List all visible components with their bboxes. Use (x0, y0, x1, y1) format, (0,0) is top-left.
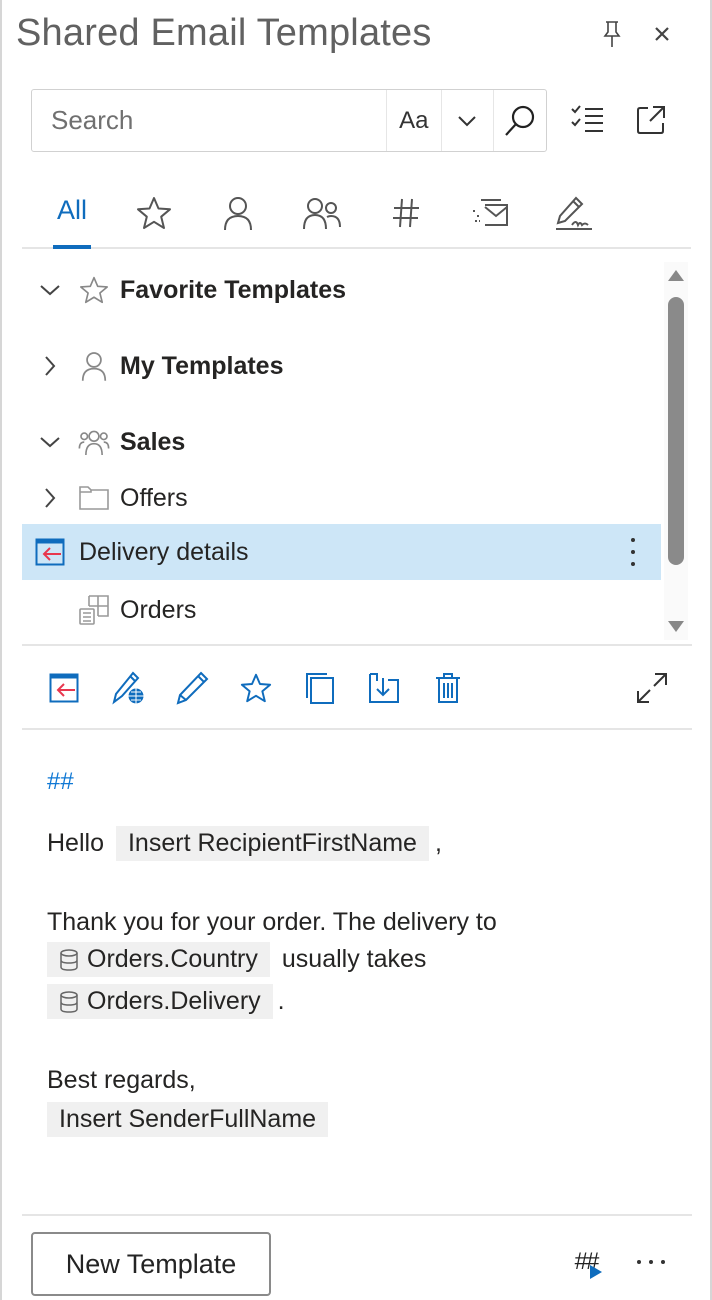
tree-item-delivery-details[interactable]: Delivery details (22, 524, 661, 580)
search-box: Aa (31, 89, 547, 152)
search-options-dropdown[interactable] (440, 90, 494, 151)
pop-out-button[interactable] (629, 98, 673, 142)
more-options-button[interactable] (623, 534, 643, 570)
more-button[interactable] (629, 1240, 673, 1284)
checklist-icon (571, 105, 603, 132)
delete-button[interactable] (428, 668, 468, 708)
pin-button[interactable] (596, 18, 628, 50)
hash-icon (393, 198, 419, 227)
tab-my-templates[interactable] (216, 178, 260, 247)
preview-body-line-3: Orders.Delivery . (47, 984, 285, 1019)
tree-item-favorite-templates[interactable]: Favorite Templates (22, 262, 661, 318)
close-button[interactable] (646, 18, 678, 50)
pencil-icon (176, 671, 209, 705)
person-icon (224, 196, 252, 230)
field-orders-country[interactable]: Orders.Country (47, 942, 270, 977)
macro-marker: ## (47, 768, 74, 795)
database-icon (60, 948, 78, 971)
preview-closing-line: Best regards, (47, 1066, 196, 1094)
field-orders-delivery[interactable]: Orders.Delivery (47, 984, 273, 1019)
move-to-folder-icon (369, 673, 399, 703)
tab-favorites[interactable] (132, 178, 176, 247)
tab-macros[interactable] (384, 178, 428, 247)
tab-signatures[interactable] (552, 178, 596, 247)
tree-item-offers[interactable]: Offers (22, 470, 661, 526)
tab-sent[interactable] (468, 178, 512, 247)
preview-body-line: Thank you for your order. The delivery t… (47, 908, 497, 936)
chevron-right-icon[interactable] (38, 486, 62, 510)
template-actions-toolbar (22, 648, 692, 730)
trash-icon (436, 673, 460, 703)
edit-button[interactable] (172, 668, 212, 708)
match-case-toggle[interactable]: Aa (386, 90, 441, 151)
select-mode-button[interactable] (565, 98, 609, 142)
search-icon (505, 105, 535, 136)
expand-preview-button[interactable] (632, 668, 672, 708)
database-icon (60, 990, 78, 1013)
dataset-icon (78, 594, 110, 626)
more-icon (637, 1260, 665, 1264)
people-icon (303, 197, 341, 229)
preview-greeting-line: Hello Insert RecipientFirstName , (47, 826, 442, 861)
favorite-button[interactable] (236, 668, 276, 708)
folder-icon (78, 482, 110, 514)
tree-scrollbar[interactable] (664, 262, 688, 640)
person-icon (78, 350, 110, 382)
chevron-down-icon[interactable] (38, 430, 62, 454)
new-template-button[interactable]: New Template (31, 1232, 271, 1296)
macro-sender-full-name[interactable]: Insert SenderFullName (47, 1102, 329, 1137)
panel-title: Shared Email Templates (16, 12, 432, 54)
preview-signature-line: Insert SenderFullName (47, 1102, 329, 1137)
edit-web-icon (112, 671, 144, 705)
copy-button[interactable] (300, 668, 340, 708)
edit-in-browser-button[interactable] (108, 668, 148, 708)
chevron-right-icon[interactable] (38, 354, 62, 378)
star-icon (78, 274, 110, 306)
scroll-up-arrow[interactable] (668, 270, 684, 281)
match-case-label: Aa (399, 106, 429, 134)
tree-item-orders[interactable]: Orders (22, 582, 661, 638)
chevron-down-icon (458, 115, 477, 126)
signature-icon (556, 196, 592, 230)
open-external-icon (637, 106, 665, 134)
copy-icon (306, 673, 334, 704)
category-tabs: All (22, 178, 691, 249)
expand-icon (637, 673, 667, 703)
scroll-down-arrow[interactable] (668, 621, 684, 632)
chevron-down-icon[interactable] (38, 278, 62, 302)
tree-item-sales[interactable]: Sales (22, 414, 661, 470)
tab-all[interactable]: All (53, 178, 91, 249)
mail-send-icon (473, 198, 508, 226)
tree-item-my-templates[interactable]: My Templates (22, 338, 661, 394)
star-icon (240, 673, 272, 703)
search-input[interactable] (32, 90, 386, 151)
template-tree: Favorite Templates My Templates Sales Of… (22, 252, 692, 646)
preview-body-line-2: Orders.Country usually takes (47, 942, 426, 977)
star-icon (137, 196, 171, 229)
move-button[interactable] (364, 668, 404, 708)
footer-divider (22, 1214, 692, 1216)
people-icon (78, 426, 110, 458)
insert-template-icon (34, 536, 66, 568)
scroll-thumb[interactable] (668, 297, 684, 565)
insert-macro-icon: ## (575, 1248, 602, 1279)
insert-template-icon (49, 673, 79, 703)
close-icon (655, 27, 669, 41)
macro-recipient-first-name[interactable]: Insert RecipientFirstName (115, 826, 429, 861)
tab-shared[interactable] (300, 178, 344, 247)
insert-macro-button[interactable]: ## (564, 1240, 608, 1284)
search-button[interactable] (493, 90, 546, 151)
pin-icon (603, 21, 621, 47)
insert-button[interactable] (44, 668, 84, 708)
